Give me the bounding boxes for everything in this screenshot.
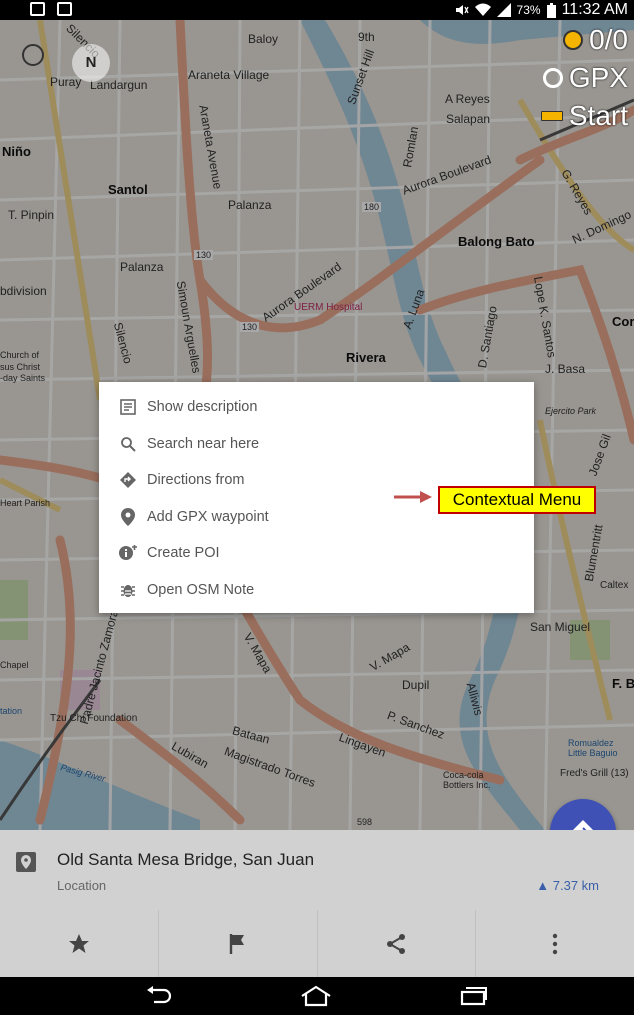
battery-percent: 73% [516, 3, 541, 17]
navigation-arrow-icon: ▲ [536, 878, 553, 893]
annotation-arrow [394, 491, 432, 503]
gps-status[interactable]: 0/0 [563, 24, 628, 56]
location-info-panel[interactable]: Old Santa Mesa Bridge, San Juan Location… [0, 830, 634, 910]
recent-apps-icon [460, 987, 487, 1006]
home-icon [301, 985, 331, 1007]
menu-item-show-description[interactable]: Show description [99, 389, 534, 426]
home-button[interactable] [296, 983, 336, 1009]
search-icon [119, 435, 137, 453]
marker-button[interactable] [159, 910, 318, 977]
bug-icon [119, 581, 137, 599]
back-icon [147, 986, 172, 1004]
share-button[interactable] [318, 910, 477, 977]
status-bar: 73% 11:32 AM [0, 0, 634, 20]
recent-apps-button[interactable] [454, 983, 494, 1009]
star-icon [68, 933, 89, 953]
favorite-button[interactable] [0, 910, 159, 977]
add-poi-icon [119, 544, 137, 562]
sms-disabled-icon [57, 2, 72, 16]
gps-status-label: 0/0 [589, 24, 628, 55]
menu-item-label: Add GPX waypoint [147, 508, 269, 525]
menu-item-search-near-here[interactable]: Search near here [99, 426, 534, 463]
gpx-button[interactable]: GPX [542, 62, 628, 94]
mute-icon [455, 5, 469, 15]
menu-item-label: Create POI [147, 545, 220, 562]
globe-icon[interactable] [22, 44, 44, 66]
more-button[interactable] [476, 910, 634, 977]
gps-satellite-icon [563, 30, 584, 50]
distance-label: ▲ 7.37 km [536, 878, 599, 893]
share-icon [387, 933, 406, 954]
menu-item-label: Search near here [147, 435, 260, 452]
annotation-callout: Contextual Menu [438, 486, 596, 514]
action-bar [0, 910, 634, 977]
ruler-start-label: Start [568, 100, 628, 131]
clock: 11:32 AM [561, 1, 628, 18]
menu-item-open-osm-note[interactable]: Open OSM Note [99, 572, 534, 609]
more-vert-icon [552, 933, 558, 954]
location-pin-icon [119, 507, 137, 526]
wifi-icon [474, 3, 491, 16]
compass-label: N [85, 54, 97, 71]
menu-item-label: Directions from [147, 472, 245, 489]
ruler-start-button[interactable]: Start [540, 100, 628, 132]
compass-button[interactable]: N [72, 44, 110, 82]
gpx-record-icon [542, 68, 563, 88]
directions-icon [119, 471, 137, 489]
menu-item-create-poi[interactable]: Create POI [99, 535, 534, 572]
description-icon [119, 398, 137, 416]
ruler-icon [540, 111, 563, 121]
image-icon [30, 2, 45, 16]
system-nav-bar [0, 977, 634, 1015]
signal-icon [496, 3, 511, 17]
distance-value: 7.37 km [552, 878, 599, 893]
battery-icon [546, 2, 556, 18]
location-title: Old Santa Mesa Bridge, San Juan [57, 850, 315, 869]
back-button[interactable] [138, 983, 178, 1009]
location-pin-icon [16, 852, 36, 872]
location-subtitle: Location [57, 878, 107, 893]
gpx-label: GPX [568, 62, 628, 93]
flag-icon [229, 933, 244, 954]
menu-item-label: Show description [147, 399, 258, 416]
menu-item-label: Open OSM Note [147, 581, 255, 598]
